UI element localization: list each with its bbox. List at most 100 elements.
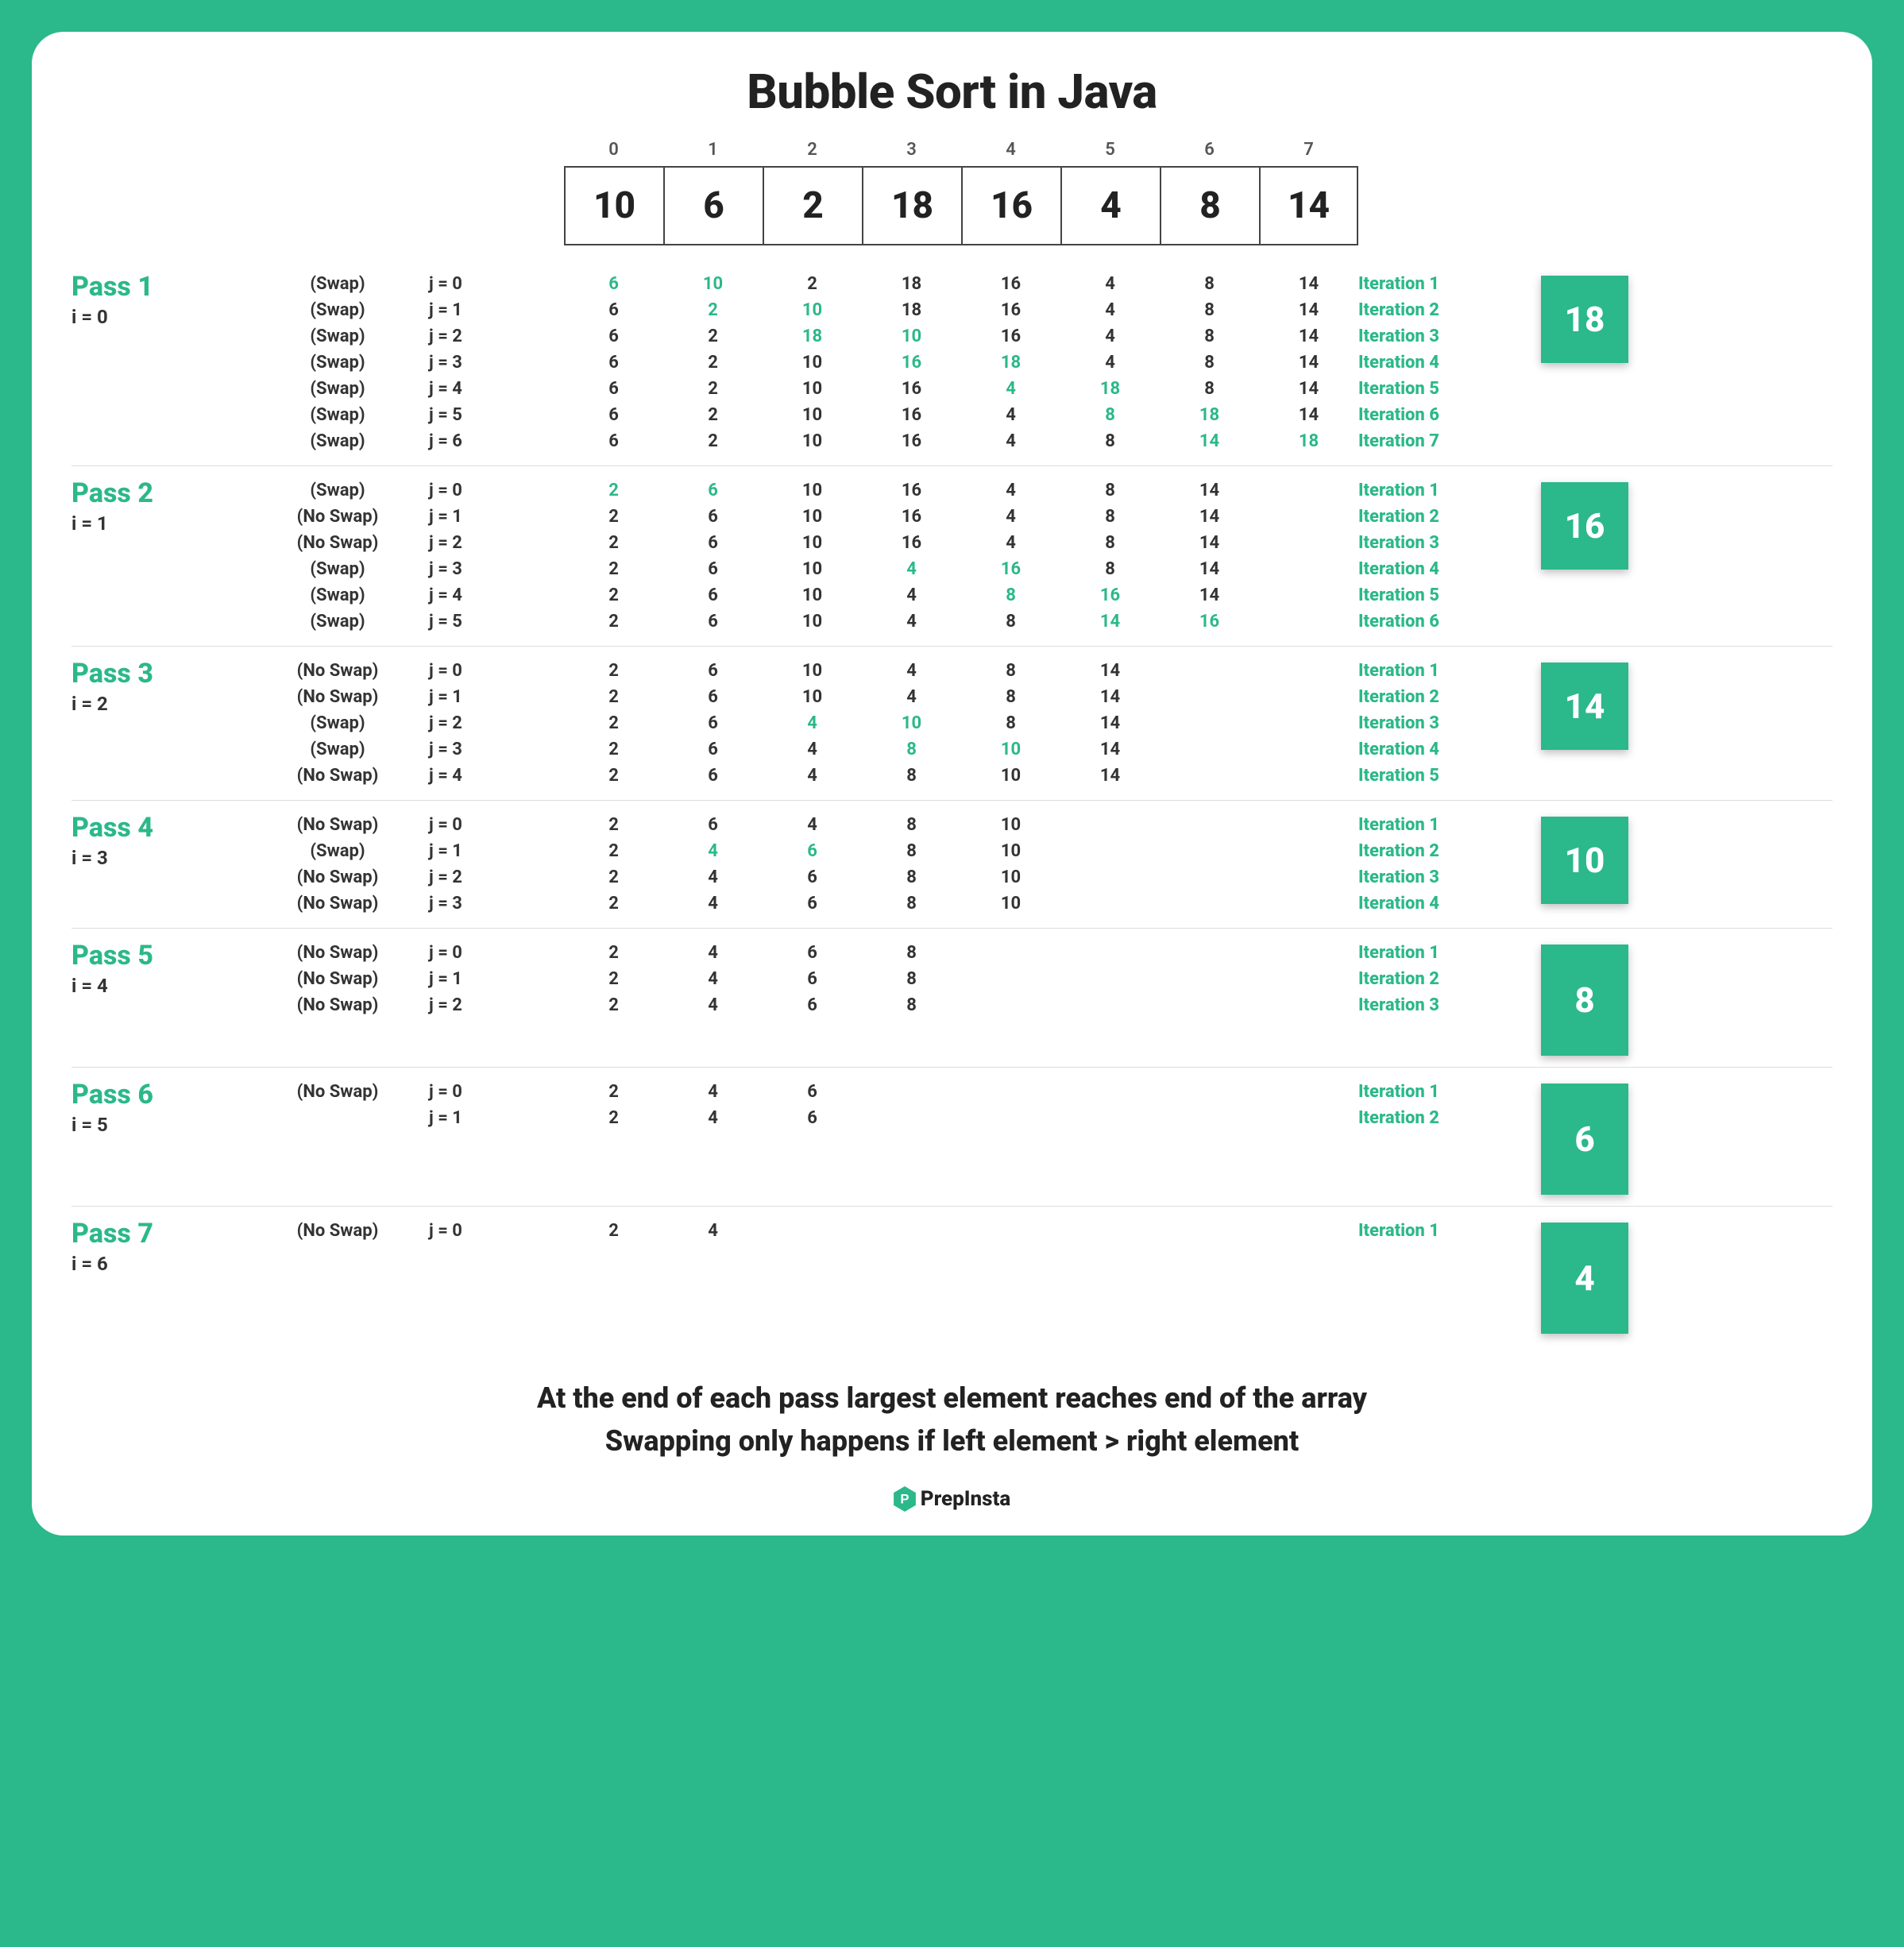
value-cell: 6: [708, 582, 718, 608]
value-column: 44441888: [1060, 271, 1160, 454]
value-cell: [810, 1218, 814, 1244]
value-column: 10222222: [663, 271, 763, 454]
result-box: 16: [1541, 482, 1628, 570]
result-column: 18: [1517, 271, 1628, 454]
value-cell: [1307, 1079, 1311, 1105]
j-label: j = 0: [429, 812, 564, 838]
value-cell: 14: [1299, 323, 1319, 350]
value-cell: 8: [1105, 402, 1115, 428]
value-cell: 18: [1199, 402, 1219, 428]
iteration-label: Iteration 5: [1358, 582, 1517, 608]
iteration-label: Iteration 1: [1358, 812, 1517, 838]
value-column: [1060, 1079, 1160, 1195]
value-column: 1010444: [763, 658, 862, 789]
swap-label: (No Swap): [246, 504, 429, 530]
iteration-label: Iteration 1: [1358, 658, 1517, 684]
value-cell: 8: [1204, 297, 1215, 323]
value-cell: [1307, 812, 1311, 838]
pass-block: Pass 5i = 4(No Swap)(No Swap)(No Swap)j …: [71, 928, 1833, 1067]
pass-block: Pass 2i = 1(Swap)(No Swap)(No Swap)(Swap…: [71, 466, 1833, 646]
result-column: 8: [1517, 940, 1628, 1056]
value-cell: [1307, 890, 1311, 917]
pass-header: Pass 4i = 3: [71, 812, 246, 917]
value-cell: 4: [906, 608, 917, 635]
value-cell: [1307, 736, 1311, 763]
value-cell: 4: [1105, 297, 1115, 323]
index-row: 0 1 2 3 4 5 6 7: [71, 140, 1833, 166]
value-cell: 2: [608, 530, 619, 556]
value-cell: 4: [708, 1218, 718, 1244]
value-cell: [1108, 1079, 1112, 1105]
swap-label: (Swap): [246, 710, 429, 736]
value-cell: [1108, 1105, 1112, 1131]
value-column: [1060, 1218, 1160, 1334]
value-column: 18181016161616: [862, 271, 961, 454]
value-cell: 4: [708, 838, 718, 864]
pass-header: Pass 5i = 4: [71, 940, 246, 1056]
value-cell: 4: [708, 890, 718, 917]
value-cell: 14: [1299, 350, 1319, 376]
value-column: 66: [763, 1079, 862, 1195]
value-cell: [1009, 1105, 1013, 1131]
value-cell: [1307, 763, 1311, 789]
iteration-label: Iteration 1: [1358, 940, 1517, 966]
value-cell: 8: [1105, 477, 1115, 504]
index-label: 3: [862, 140, 961, 166]
iteration-label: Iteration 6: [1358, 608, 1517, 635]
value-cell: 2: [608, 966, 619, 992]
value-cell: 8: [1006, 658, 1016, 684]
value-cell: 2: [608, 684, 619, 710]
j-label: j = 2: [429, 864, 564, 890]
value-cell: 4: [1006, 504, 1016, 530]
value-cell: 8: [906, 890, 917, 917]
swap-column: (No Swap)(Swap)(No Swap)(No Swap): [246, 812, 429, 917]
value-cell: [910, 1218, 913, 1244]
value-cell: 6: [807, 940, 817, 966]
iteration-label: Iteration 3: [1358, 710, 1517, 736]
swap-label: (Swap): [246, 402, 429, 428]
value-cell: 6: [708, 477, 718, 504]
array-cell: 8: [1160, 166, 1259, 245]
value-cell: 6: [608, 350, 619, 376]
value-cell: 10: [1001, 763, 1021, 789]
value-cell: [1307, 710, 1311, 736]
iteration-label: Iteration 4: [1358, 736, 1517, 763]
value-column: 161616444: [862, 477, 961, 635]
value-column: 4666: [763, 812, 862, 917]
pass-title: Pass 7: [71, 1218, 246, 1250]
value-cell: 10: [802, 376, 822, 402]
value-cell: 2: [608, 890, 619, 917]
value-cell: 10: [1001, 890, 1021, 917]
value-cell: [1207, 940, 1211, 966]
array-cell: 2: [763, 166, 862, 245]
value-cell: [1108, 864, 1112, 890]
value-cell: [1207, 736, 1211, 763]
value-cell: [1108, 812, 1112, 838]
j-label: j = 2: [429, 992, 564, 1018]
value-cell: [1307, 658, 1311, 684]
value-cell: [1207, 658, 1211, 684]
value-cell: 16: [902, 504, 921, 530]
value-cell: 16: [1001, 556, 1021, 582]
value-cell: 6: [807, 838, 817, 864]
value-column: [1259, 658, 1358, 789]
value-cell: 2: [708, 323, 718, 350]
j-label: j = 4: [429, 582, 564, 608]
pass-block: Pass 1i = 0(Swap)(Swap)(Swap)(Swap)(Swap…: [71, 260, 1833, 466]
value-cell: 2: [608, 582, 619, 608]
value-column: [1160, 658, 1259, 789]
value-column: 666666: [663, 477, 763, 635]
pass-header: Pass 6i = 5: [71, 1079, 246, 1195]
iteration-column: Iteration 1: [1358, 1218, 1517, 1334]
array-cell: 18: [862, 166, 961, 245]
value-column: 888: [862, 940, 961, 1056]
value-cell: 10: [802, 428, 822, 454]
index-label: 0: [564, 140, 663, 166]
value-cell: 14: [1199, 530, 1219, 556]
value-cell: 6: [708, 608, 718, 635]
result-box: 14: [1541, 663, 1628, 750]
value-cell: 10: [802, 297, 822, 323]
pass-block: Pass 3i = 2(No Swap)(No Swap)(Swap)(Swap…: [71, 646, 1833, 800]
value-column: 101010101010: [763, 477, 862, 635]
value-cell: 2: [708, 376, 718, 402]
